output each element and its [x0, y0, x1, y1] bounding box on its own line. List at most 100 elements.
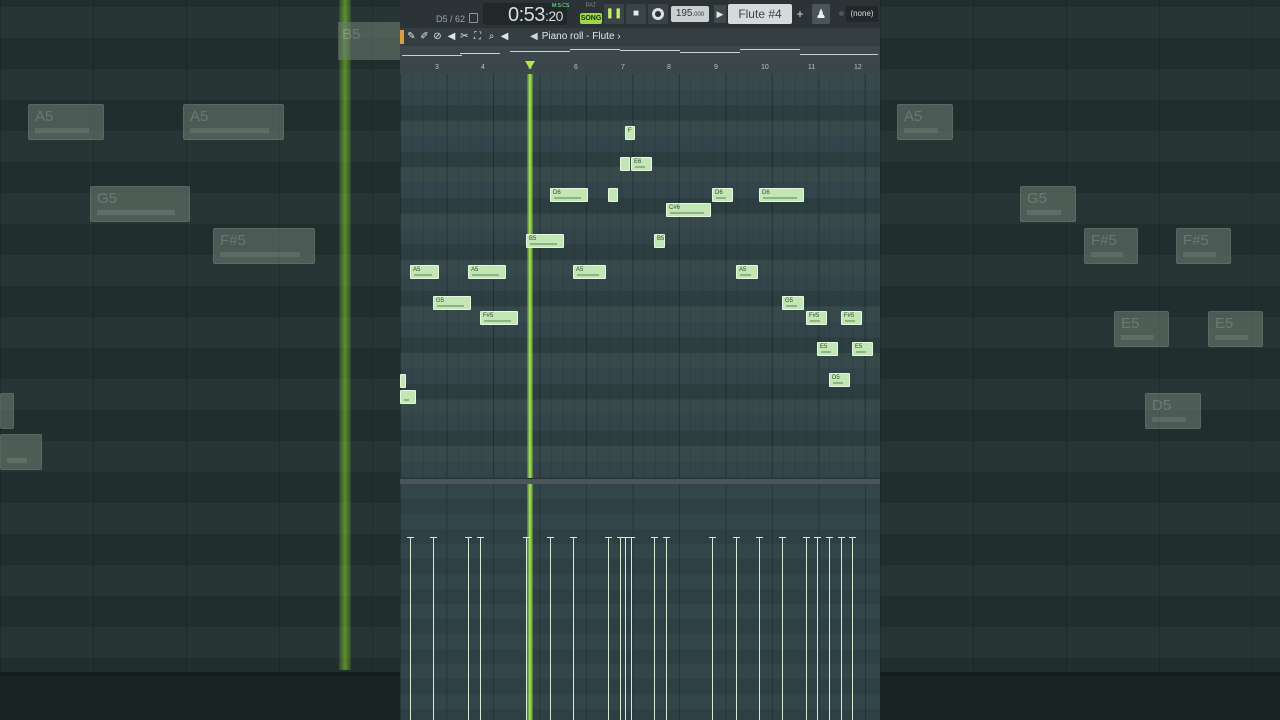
- note-block[interactable]: F#5: [806, 311, 827, 325]
- zoom-tool-icon[interactable]: ⌕: [486, 30, 497, 44]
- note-block[interactable]: E5: [852, 342, 873, 356]
- add-pattern-button[interactable]: +: [794, 7, 806, 21]
- select-tool-icon[interactable]: ⛶: [472, 30, 483, 44]
- note-block[interactable]: A5: [468, 265, 506, 279]
- draw-tool-icon[interactable]: ✎: [406, 30, 417, 44]
- pause-button[interactable]: ❚❚: [604, 4, 624, 24]
- note-block[interactable]: G5: [433, 296, 471, 310]
- note-block[interactable]: A5: [736, 265, 758, 279]
- velocity-bar[interactable]: [523, 537, 530, 720]
- note-label: A5: [413, 267, 421, 273]
- note-block[interactable]: [620, 157, 630, 171]
- toolbar-menu-handle[interactable]: [400, 30, 404, 44]
- velocity-bar[interactable]: [547, 537, 554, 720]
- delete-tool-icon[interactable]: ⊘: [432, 30, 443, 44]
- velocity-bar[interactable]: [477, 537, 484, 720]
- note-block[interactable]: G5: [782, 296, 804, 310]
- note-label: A5: [576, 267, 584, 273]
- record-button[interactable]: [648, 4, 668, 24]
- pat-mode[interactable]: PAT: [580, 3, 602, 12]
- note-label: D5: [832, 375, 840, 381]
- background-note: D5: [1145, 393, 1201, 429]
- velocity-bar[interactable]: [756, 537, 763, 720]
- velocity-bar[interactable]: [430, 537, 437, 720]
- note-overview-strip[interactable]: [400, 46, 880, 60]
- note-label: F: [628, 128, 632, 134]
- velocity-bar[interactable]: [570, 537, 577, 720]
- velocity-bar[interactable]: [628, 537, 635, 720]
- playhead[interactable]: [527, 74, 533, 478]
- lock-icon[interactable]: [469, 13, 478, 23]
- note-block[interactable]: B5: [654, 234, 665, 248]
- note-label: D6: [553, 190, 561, 196]
- hat-icon[interactable]: ♟: [812, 4, 830, 24]
- velocity-playhead: [527, 484, 533, 720]
- note-block[interactable]: B5: [526, 234, 564, 248]
- velocity-bar[interactable]: [849, 537, 856, 720]
- velocity-bar[interactable]: [605, 537, 612, 720]
- note-block[interactable]: [400, 374, 406, 388]
- note-block[interactable]: [608, 188, 618, 202]
- velocity-bar[interactable]: [733, 537, 740, 720]
- song-mode[interactable]: SONG: [580, 13, 602, 24]
- velocity-editor[interactable]: [400, 484, 880, 720]
- note-block[interactable]: D6: [550, 188, 588, 202]
- velocity-bar[interactable]: [622, 537, 629, 720]
- note-block[interactable]: E6: [631, 157, 652, 171]
- velocity-bar[interactable]: [651, 537, 658, 720]
- timeline-ruler[interactable]: 3 4 5 6 7 8 9 10 11 12: [400, 60, 880, 75]
- note-label: F#5: [483, 313, 494, 319]
- background-right-panel: A5 G5 F#5 F#5 E5 E5 D5: [880, 0, 1280, 720]
- background-note: G5: [90, 186, 190, 222]
- output-selector[interactable]: (none): [846, 6, 878, 22]
- note-velocity-bar: [530, 243, 557, 245]
- tempo-display[interactable]: 195.000: [671, 6, 709, 22]
- note-block[interactable]: A5: [410, 265, 439, 279]
- note-velocity-bar: [810, 320, 820, 322]
- hint-text: D5 / 62: [436, 14, 466, 24]
- note-velocity-bar: [414, 274, 432, 276]
- note-block[interactable]: F: [625, 126, 635, 140]
- ruler-tick: 7: [621, 64, 625, 71]
- velocity-bar[interactable]: [838, 537, 845, 720]
- note-block[interactable]: D5: [829, 373, 850, 387]
- velocity-bar[interactable]: [709, 537, 716, 720]
- pattern-selector[interactable]: Flute #4: [728, 4, 792, 24]
- playback-tool-icon[interactable]: ◀: [499, 30, 510, 44]
- piano-roll-title[interactable]: ◀ Piano roll - Flute ›: [530, 30, 621, 44]
- status-dot: [839, 11, 844, 16]
- pattern-arrow-icon[interactable]: ▶: [714, 5, 726, 23]
- note-velocity-bar: [437, 305, 464, 307]
- slice-tool-icon[interactable]: ✂: [459, 30, 470, 44]
- note-block[interactable]: E5: [817, 342, 838, 356]
- background-playhead: [339, 0, 351, 670]
- note-block[interactable]: F#5: [480, 311, 518, 325]
- velocity-bar[interactable]: [465, 537, 472, 720]
- mute-tool-icon[interactable]: ◀: [446, 30, 457, 44]
- note-velocity-bar: [577, 274, 599, 276]
- velocity-bar[interactable]: [407, 537, 414, 720]
- piano-roll-toolbar: ✎ ✐ ⊘ ◀ ✂ ⛶ ⌕ ◀ ◀ Piano roll - Flute ›: [400, 28, 880, 46]
- velocity-bar[interactable]: [814, 537, 821, 720]
- ruler-tick: 3: [435, 64, 439, 71]
- note-block[interactable]: D6: [759, 188, 804, 202]
- note-velocity-bar: [635, 166, 645, 168]
- piano-roll-window: D5 / 62 0:53:20 M:S:CS PAT SONG ❚❚ ■ 195…: [400, 0, 880, 720]
- velocity-bar[interactable]: [663, 537, 670, 720]
- background-note: E5: [1208, 311, 1263, 347]
- note-velocity-bar: [763, 197, 797, 199]
- note-block[interactable]: [400, 390, 416, 404]
- pat-song-switch[interactable]: PAT SONG: [580, 3, 602, 25]
- transport-bar: D5 / 62 0:53:20 M:S:CS PAT SONG ❚❚ ■ 195…: [400, 0, 880, 29]
- note-block[interactable]: A5: [573, 265, 606, 279]
- note-block[interactable]: D6: [712, 188, 733, 202]
- stop-button[interactable]: ■: [626, 4, 646, 24]
- note-block[interactable]: F#5: [841, 311, 862, 325]
- playhead-marker[interactable]: [525, 61, 535, 69]
- velocity-bar[interactable]: [617, 537, 624, 720]
- paint-tool-icon[interactable]: ✐: [419, 30, 430, 44]
- velocity-bar[interactable]: [803, 537, 810, 720]
- velocity-bar[interactable]: [779, 537, 786, 720]
- note-block[interactable]: C#6: [666, 203, 711, 217]
- velocity-bar[interactable]: [826, 537, 833, 720]
